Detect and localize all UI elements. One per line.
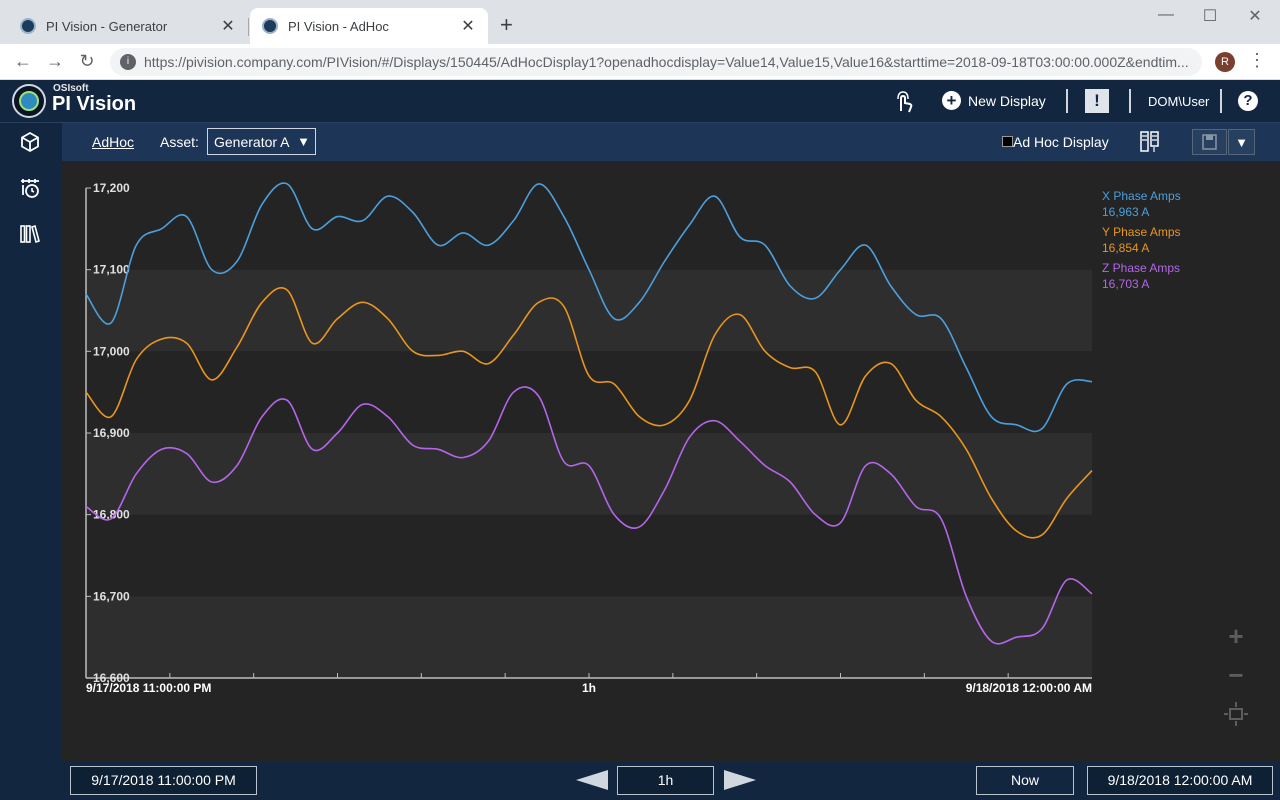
- asset-cube-icon[interactable]: [18, 130, 42, 154]
- layout-columns-icon[interactable]: [1140, 131, 1160, 153]
- tab-divider: [248, 18, 249, 36]
- asset-select[interactable]: Generator A ▼: [207, 128, 316, 155]
- legend-entry-y-phase[interactable]: Y Phase Amps 16,854 A: [1102, 224, 1222, 256]
- header-divider: [1129, 89, 1131, 113]
- new-display-button[interactable]: + New Display: [942, 91, 1046, 110]
- y-tick-label: 16,900: [93, 426, 130, 440]
- display-options-dropdown[interactable]: ▼: [1228, 129, 1255, 155]
- trend-legend: X Phase Amps 16,963 A Y Phase Amps 16,85…: [1102, 188, 1222, 296]
- new-display-label: New Display: [968, 92, 1046, 109]
- header-divider: [1220, 89, 1222, 113]
- time-back-arrow-icon[interactable]: [574, 768, 610, 792]
- header-divider: [1066, 89, 1068, 113]
- close-window-icon[interactable]: ✕: [1245, 6, 1265, 26]
- touch-mode-icon[interactable]: [890, 88, 916, 114]
- browser-address-bar: ← → ↻ i https://pivision.company.com/PIV…: [0, 44, 1280, 80]
- legend-series-name: Y Phase Amps: [1102, 225, 1181, 239]
- legend-series-name: Z Phase Amps: [1102, 261, 1181, 275]
- y-tick-label: 16,700: [93, 589, 130, 603]
- now-button[interactable]: Now: [976, 766, 1074, 795]
- legend-series-value: 16,854 A: [1102, 241, 1150, 255]
- profile-avatar[interactable]: R: [1215, 52, 1235, 72]
- plot-band: [86, 269, 1092, 352]
- x-mid-label: 1h: [582, 681, 596, 695]
- time-forward-arrow-icon[interactable]: [722, 768, 758, 792]
- plot-band: [86, 433, 1092, 515]
- tab-title: PI Vision - Generator: [46, 18, 168, 34]
- legend-series-name: X Phase Amps: [1102, 189, 1181, 203]
- start-time-input[interactable]: 9/17/2018 11:00:00 PM: [70, 766, 257, 795]
- zoom-out-icon[interactable]: −: [1221, 660, 1251, 690]
- pi-vision-logo-icon[interactable]: [12, 84, 46, 118]
- legend-series-value: 16,963 A: [1102, 205, 1150, 219]
- zoom-in-icon[interactable]: +: [1221, 621, 1251, 651]
- tab-close-icon[interactable]: ✕: [460, 16, 476, 36]
- user-account[interactable]: DOM\User: [1148, 94, 1209, 109]
- legend-series-value: 16,703 A: [1102, 277, 1150, 291]
- tab-pi-vision-adhoc[interactable]: PI Vision - AdHoc ✕: [250, 8, 488, 44]
- add-circle-icon: +: [942, 91, 961, 110]
- save-display-button[interactable]: [1192, 129, 1227, 155]
- reload-icon[interactable]: ↻: [76, 51, 98, 72]
- end-time-input[interactable]: 9/18/2018 12:00:00 AM: [1087, 766, 1273, 795]
- site-info-icon[interactable]: i: [120, 54, 136, 70]
- legend-entry-x-phase[interactable]: X Phase Amps 16,963 A: [1102, 188, 1222, 220]
- app-title: PI Vision: [52, 93, 137, 115]
- display-toolbar: AdHoc Asset: Generator A ▼ Ad Hoc Displa…: [62, 123, 1280, 161]
- adhoc-display-checkbox[interactable]: [1002, 136, 1013, 147]
- forward-arrow-icon[interactable]: →: [44, 51, 66, 72]
- adhoc-breadcrumb-link[interactable]: AdHoc: [92, 134, 134, 150]
- adhoc-display-label: Ad Hoc Display: [1013, 134, 1109, 150]
- app-header: OSIsoft PI Vision + New Display ! DOM\Us…: [0, 80, 1280, 123]
- plot-band: [86, 596, 1092, 678]
- new-tab-button[interactable]: +: [500, 14, 513, 36]
- library-icon[interactable]: [18, 222, 42, 246]
- tab-pi-vision-generator[interactable]: PI Vision - Generator ✕: [8, 8, 248, 44]
- y-tick-label: 17,000: [93, 344, 130, 358]
- chevron-down-icon: ▼: [297, 134, 310, 149]
- time-bar: 9/17/2018 11:00:00 PM 1h Now 9/18/2018 1…: [62, 762, 1280, 800]
- save-disk-icon: [1202, 134, 1217, 150]
- pi-vision-favicon-icon: [20, 18, 36, 34]
- url-text: https://pivision.company.com/PIVision/#/…: [144, 54, 1189, 70]
- trend-chart[interactable]: 17,200 17,100 17,000 16,900 16,800 16,700 16,6…: [64, 170, 1098, 700]
- trend-plot: 17,20017,10017,00016,90016,80016,70016,6…: [85, 181, 1093, 695]
- y-tick-label: 17,100: [93, 263, 130, 277]
- help-icon[interactable]: ?: [1238, 91, 1258, 111]
- x-start-label: 9/17/2018 11:00:00 PM: [86, 681, 211, 695]
- url-input[interactable]: i https://pivision.company.com/PIVision/…: [110, 48, 1202, 76]
- left-nav-rail: [0, 123, 62, 800]
- back-arrow-icon[interactable]: ←: [12, 51, 34, 72]
- asset-label: Asset:: [160, 134, 199, 150]
- browser-tab-strip: PI Vision - Generator ✕ PI Vision - AdHo…: [0, 0, 1280, 44]
- minimize-window-icon[interactable]: —: [1156, 6, 1176, 24]
- legend-entry-z-phase[interactable]: Z Phase Amps 16,703 A: [1102, 260, 1222, 292]
- y-tick-label: 16,800: [93, 508, 130, 522]
- duration-input[interactable]: 1h: [617, 766, 714, 795]
- notification-alert-icon[interactable]: !: [1085, 89, 1109, 113]
- browser-menu-icon[interactable]: ⋮: [1248, 50, 1266, 71]
- tab-title: PI Vision - AdHoc: [288, 18, 389, 34]
- maximize-window-icon[interactable]: ☐: [1200, 6, 1220, 26]
- tab-close-icon[interactable]: ✕: [220, 16, 236, 36]
- x-end-label: 9/18/2018 12:00:00 AM: [966, 681, 1092, 695]
- asset-select-value: Generator A: [214, 134, 290, 150]
- pi-vision-favicon-icon: [262, 18, 278, 34]
- y-tick-label: 17,200: [93, 181, 130, 195]
- time-search-icon[interactable]: [18, 176, 42, 200]
- zoom-to-fit-icon[interactable]: [1221, 699, 1251, 729]
